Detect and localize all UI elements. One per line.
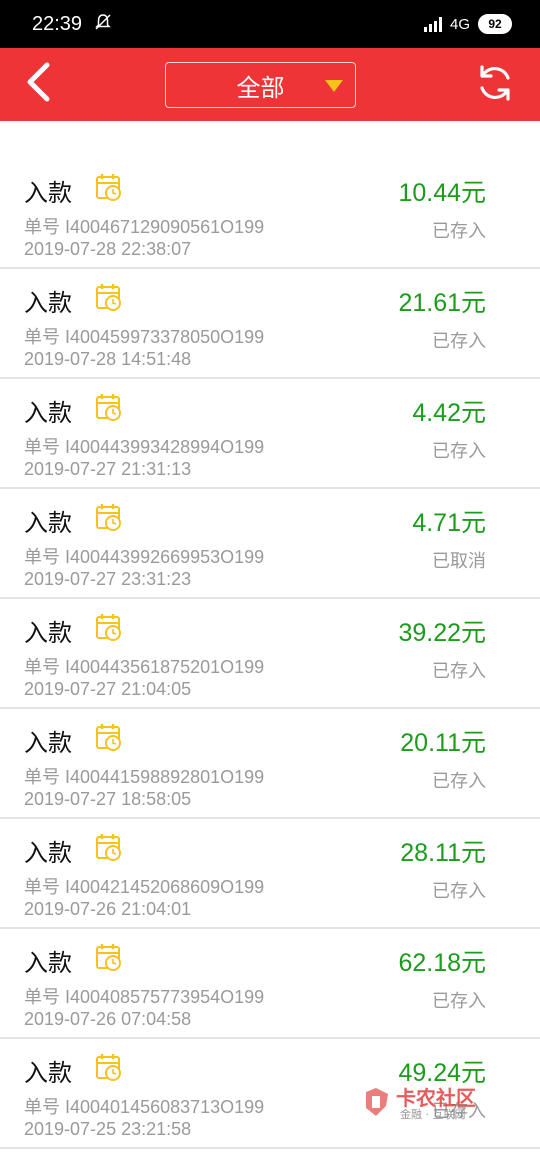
transaction-amount: 62.18元: [398, 949, 486, 977]
signal-icon: [423, 16, 442, 32]
order-number: 单号 I400443561875201O199: [24, 657, 265, 677]
status-right: 4G 92: [423, 14, 512, 34]
dropdown-arrow-icon: [325, 80, 343, 92]
transaction-row[interactable]: 入款 单号 I400443993428994O199 2019-07-27 21…: [0, 379, 540, 489]
status-bar: 22:39 4G 92: [0, 0, 540, 48]
transaction-amount: 28.11元: [400, 839, 486, 867]
refresh-button[interactable]: [474, 64, 516, 106]
filter-dropdown[interactable]: 全部: [165, 62, 356, 108]
bell-muted-icon: [94, 13, 112, 35]
transaction-amount: 4.42元: [412, 399, 486, 427]
calendar-clock-icon: [96, 393, 122, 421]
transaction-time: 2019-07-27 23:31:23: [24, 569, 192, 589]
transaction-status: 已存入: [432, 661, 486, 682]
order-number: 单号 I400441598892801O199: [24, 767, 265, 787]
transaction-amount: 21.61元: [398, 289, 486, 317]
filter-label: 全部: [236, 73, 285, 102]
transaction-status: 已存入: [432, 331, 486, 352]
transaction-row[interactable]: 入款 单号 I400408575773954O199 2019-07-26 07…: [0, 929, 540, 1039]
chevron-left-icon: [25, 62, 51, 106]
refresh-icon: [475, 63, 515, 107]
transaction-type: 入款: [24, 949, 72, 977]
transaction-status: 已存入: [432, 991, 486, 1012]
transaction-amount: 20.11元: [400, 729, 486, 757]
transaction-time: 2019-07-27 18:58:05: [24, 789, 192, 809]
calendar-clock-icon: [96, 833, 122, 861]
transaction-time: 2019-07-25 23:21:58: [24, 1119, 192, 1139]
transaction-amount: 10.44元: [398, 179, 486, 207]
transaction-type: 入款: [24, 399, 72, 427]
calendar-clock-icon: [96, 943, 122, 971]
order-number: 单号 I400443992669953O199: [24, 547, 265, 567]
network-label: 4G: [449, 15, 470, 33]
calendar-clock-icon: [96, 613, 122, 641]
transaction-time: 2019-07-27 21:31:13: [24, 459, 192, 479]
transaction-time: 2019-07-26 07:04:58: [24, 1009, 192, 1029]
transaction-type: 入款: [24, 1059, 72, 1087]
order-number: 单号 I400443993428994O199: [24, 437, 265, 457]
battery-icon: 92: [478, 14, 512, 34]
watermark-subtitle: 金融 · 互联网: [400, 1108, 466, 1121]
transaction-time: 2019-07-26 21:04:01: [24, 899, 192, 919]
transaction-status: 已存入: [432, 221, 486, 242]
transaction-row[interactable]: 入款 单号 I400467129090561O199 2019-07-28 22…: [0, 159, 540, 269]
transaction-amount: 4.71元: [412, 509, 486, 537]
calendar-clock-icon: [96, 1053, 122, 1081]
back-button[interactable]: [18, 62, 58, 106]
transaction-type: 入款: [24, 619, 72, 647]
order-number: 单号 I400421452068609O199: [24, 877, 265, 897]
transaction-time: 2019-07-28 22:38:07: [24, 239, 192, 259]
transaction-status: 已存入: [432, 881, 486, 902]
header-bar: 全部: [0, 48, 540, 121]
transaction-status: 已存入: [432, 441, 486, 462]
transaction-status: 已存入: [432, 771, 486, 792]
transaction-status: 已取消: [432, 551, 486, 572]
battery-level: 92: [488, 17, 502, 31]
transaction-row[interactable]: 入款 单号 I400441598892801O199 2019-07-27 18…: [0, 709, 540, 819]
transaction-amount: 39.22元: [398, 619, 486, 647]
transaction-type: 入款: [24, 729, 72, 757]
transaction-type: 入款: [24, 839, 72, 867]
status-left: 22:39: [32, 13, 112, 36]
transaction-time: 2019-07-28 14:51:48: [24, 349, 192, 369]
transaction-row[interactable]: 入款 单号 I400443561875201O199 2019-07-27 21…: [0, 599, 540, 709]
calendar-clock-icon: [96, 503, 122, 531]
calendar-clock-icon: [96, 283, 122, 311]
status-time: 22:39: [32, 12, 83, 35]
transaction-list: 入款 单号 I400467129090561O199 2019-07-28 22…: [0, 159, 540, 1149]
transaction-row[interactable]: 入款 单号 I400421452068609O199 2019-07-26 21…: [0, 819, 540, 929]
order-number: 单号 I400459973378050O199: [24, 327, 265, 347]
watermark-mark-icon: [360, 1086, 392, 1122]
order-number: 单号 I400408575773954O199: [24, 987, 265, 1007]
transaction-time: 2019-07-27 21:04:05: [24, 679, 192, 699]
transaction-type: 入款: [24, 179, 72, 207]
transaction-row[interactable]: 入款 单号 I400459973378050O199 2019-07-28 14…: [0, 269, 540, 379]
calendar-clock-icon: [96, 173, 122, 201]
transaction-row[interactable]: 入款 单号 I400443992669953O199 2019-07-27 23…: [0, 489, 540, 599]
transaction-type: 入款: [24, 509, 72, 537]
order-number: 单号 I400401456083713O199: [24, 1097, 265, 1117]
order-number: 单号 I400467129090561O199: [24, 217, 265, 237]
watermark-logo: 卡农社区 金融 · 互联网: [360, 1082, 490, 1122]
calendar-clock-icon: [96, 723, 122, 751]
transaction-type: 入款: [24, 289, 72, 317]
